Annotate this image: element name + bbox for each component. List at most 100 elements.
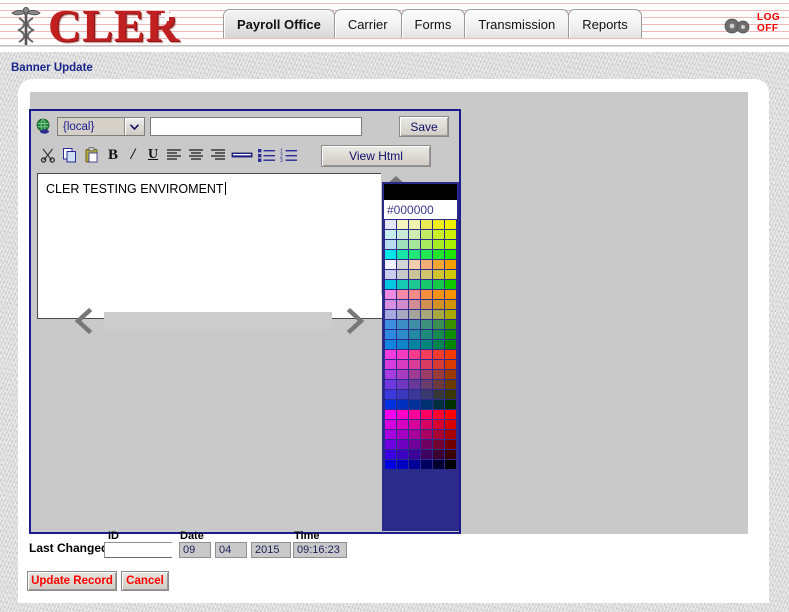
color-swatch[interactable] bbox=[433, 420, 444, 429]
color-swatch[interactable] bbox=[397, 460, 408, 469]
color-swatch[interactable] bbox=[409, 370, 420, 379]
color-swatch[interactable] bbox=[445, 450, 456, 459]
color-swatch[interactable] bbox=[409, 240, 420, 249]
color-swatch[interactable] bbox=[397, 280, 408, 289]
color-swatch[interactable] bbox=[445, 280, 456, 289]
color-swatch[interactable] bbox=[409, 290, 420, 299]
bold-icon[interactable]: B bbox=[103, 144, 123, 166]
color-swatch[interactable] bbox=[433, 290, 444, 299]
globe-icon[interactable] bbox=[35, 118, 52, 135]
color-swatch[interactable] bbox=[397, 430, 408, 439]
align-right-icon[interactable] bbox=[207, 144, 229, 166]
paste-icon[interactable] bbox=[81, 144, 103, 166]
color-swatch[interactable] bbox=[433, 260, 444, 269]
color-swatch[interactable] bbox=[397, 320, 408, 329]
color-palette[interactable]: #000000 bbox=[382, 182, 459, 531]
update-record-button[interactable]: Update Record bbox=[27, 571, 117, 591]
color-swatch[interactable] bbox=[433, 370, 444, 379]
color-swatch[interactable] bbox=[421, 350, 432, 359]
color-swatch[interactable] bbox=[433, 240, 444, 249]
align-left-icon[interactable] bbox=[163, 144, 185, 166]
color-swatch[interactable] bbox=[397, 270, 408, 279]
color-swatch[interactable] bbox=[397, 240, 408, 249]
color-swatch[interactable] bbox=[385, 230, 396, 239]
color-swatch[interactable] bbox=[433, 400, 444, 409]
color-swatch[interactable] bbox=[421, 250, 432, 259]
logoff-link[interactable]: LOG OFF bbox=[757, 12, 780, 34]
tab-reports[interactable]: Reports bbox=[568, 9, 642, 38]
color-swatch[interactable] bbox=[445, 410, 456, 419]
color-swatch[interactable] bbox=[385, 390, 396, 399]
color-swatch[interactable] bbox=[433, 280, 444, 289]
tab-transmission[interactable]: Transmission bbox=[464, 9, 570, 38]
color-swatch[interactable] bbox=[445, 420, 456, 429]
color-swatch[interactable] bbox=[385, 270, 396, 279]
color-swatch[interactable] bbox=[409, 410, 420, 419]
color-swatch[interactable] bbox=[385, 380, 396, 389]
color-swatch[interactable] bbox=[397, 380, 408, 389]
color-swatch[interactable] bbox=[445, 310, 456, 319]
color-swatch[interactable] bbox=[409, 260, 420, 269]
save-button[interactable]: Save bbox=[399, 116, 449, 137]
color-swatch[interactable] bbox=[409, 300, 420, 309]
color-swatch[interactable] bbox=[445, 440, 456, 449]
tab-carrier[interactable]: Carrier bbox=[333, 9, 402, 38]
color-swatch[interactable] bbox=[445, 260, 456, 269]
color-swatch[interactable] bbox=[385, 340, 396, 349]
color-swatch[interactable] bbox=[445, 460, 456, 469]
color-swatch[interactable] bbox=[397, 310, 408, 319]
horizontal-scroll-thumb[interactable] bbox=[104, 312, 332, 330]
color-swatch[interactable] bbox=[433, 410, 444, 419]
color-swatch[interactable] bbox=[385, 410, 396, 419]
color-swatch[interactable] bbox=[385, 320, 396, 329]
color-swatch[interactable] bbox=[445, 360, 456, 369]
color-swatch[interactable] bbox=[385, 330, 396, 339]
color-swatch[interactable] bbox=[385, 400, 396, 409]
color-swatch[interactable] bbox=[445, 230, 456, 239]
color-swatch[interactable] bbox=[385, 250, 396, 259]
color-swatch[interactable] bbox=[445, 290, 456, 299]
color-swatch[interactable] bbox=[421, 300, 432, 309]
color-swatch[interactable] bbox=[409, 310, 420, 319]
color-swatch[interactable] bbox=[445, 250, 456, 259]
color-swatch[interactable] bbox=[433, 270, 444, 279]
color-swatch[interactable] bbox=[433, 300, 444, 309]
color-swatch[interactable] bbox=[385, 370, 396, 379]
color-swatch[interactable] bbox=[409, 350, 420, 359]
color-swatch[interactable] bbox=[397, 290, 408, 299]
color-swatch[interactable] bbox=[421, 370, 432, 379]
color-swatch[interactable] bbox=[397, 450, 408, 459]
color-swatch[interactable] bbox=[421, 360, 432, 369]
chevron-left-icon[interactable] bbox=[71, 307, 97, 335]
color-swatch[interactable] bbox=[409, 380, 420, 389]
color-swatch[interactable] bbox=[421, 270, 432, 279]
color-swatch[interactable] bbox=[445, 330, 456, 339]
time-field[interactable]: 09:16:23 bbox=[293, 542, 347, 558]
horizontal-rule-icon[interactable] bbox=[229, 144, 255, 166]
date-month-field[interactable]: 09 bbox=[179, 542, 211, 558]
color-swatch[interactable] bbox=[397, 340, 408, 349]
color-swatch[interactable] bbox=[445, 390, 456, 399]
color-swatch[interactable] bbox=[433, 310, 444, 319]
color-swatch[interactable] bbox=[421, 340, 432, 349]
color-swatch[interactable] bbox=[385, 450, 396, 459]
color-swatch[interactable] bbox=[409, 360, 420, 369]
color-swatch[interactable] bbox=[433, 390, 444, 399]
cancel-button[interactable]: Cancel bbox=[121, 571, 169, 591]
color-swatch[interactable] bbox=[409, 330, 420, 339]
color-swatch[interactable] bbox=[433, 350, 444, 359]
color-swatch[interactable] bbox=[445, 370, 456, 379]
color-swatch[interactable] bbox=[385, 350, 396, 359]
color-swatch[interactable] bbox=[445, 300, 456, 309]
color-swatch[interactable] bbox=[397, 360, 408, 369]
date-year-field[interactable]: 2015 bbox=[251, 542, 291, 558]
color-swatch[interactable] bbox=[397, 230, 408, 239]
color-swatch[interactable] bbox=[445, 220, 456, 229]
color-swatch[interactable] bbox=[397, 440, 408, 449]
color-swatch[interactable] bbox=[433, 320, 444, 329]
color-swatch[interactable] bbox=[445, 350, 456, 359]
color-swatch[interactable] bbox=[433, 220, 444, 229]
color-swatch[interactable] bbox=[397, 250, 408, 259]
color-swatch[interactable] bbox=[421, 450, 432, 459]
align-center-icon[interactable] bbox=[185, 144, 207, 166]
